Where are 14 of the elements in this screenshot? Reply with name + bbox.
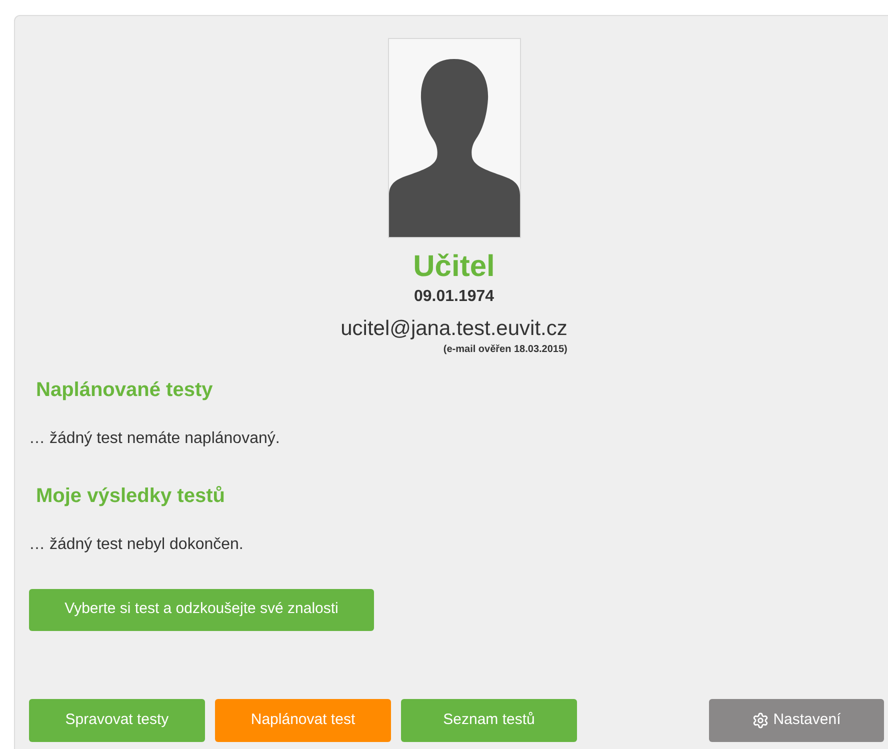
user-name: Učitel bbox=[413, 252, 495, 282]
section-heading: Moje výsledky testů bbox=[36, 484, 226, 508]
section-heading: Naplánované testy bbox=[36, 378, 214, 402]
birth-date: 09.01.1974 bbox=[414, 287, 494, 307]
empty-message: … žádný test nemáte naplánovaný. bbox=[29, 428, 281, 448]
action-button[interactable]: Naplánovat test bbox=[215, 699, 391, 742]
email-address: ucitel@jana.test.euvit.cz bbox=[340, 316, 568, 342]
choose-test-button[interactable]: Vyberte si test a odzkoušejte své znalosti bbox=[29, 588, 374, 630]
action-button[interactable]: Seznam testů bbox=[401, 699, 577, 742]
email-verified-note: (e-mail ověřen 18.03.2015) bbox=[443, 344, 568, 354]
settings-button[interactable]: Nastavení bbox=[709, 699, 884, 742]
action-button[interactable]: Spravovat testy bbox=[29, 699, 205, 742]
settings-icon bbox=[752, 712, 770, 729]
empty-message: … žádný test nebyl dokončen. bbox=[29, 534, 244, 554]
